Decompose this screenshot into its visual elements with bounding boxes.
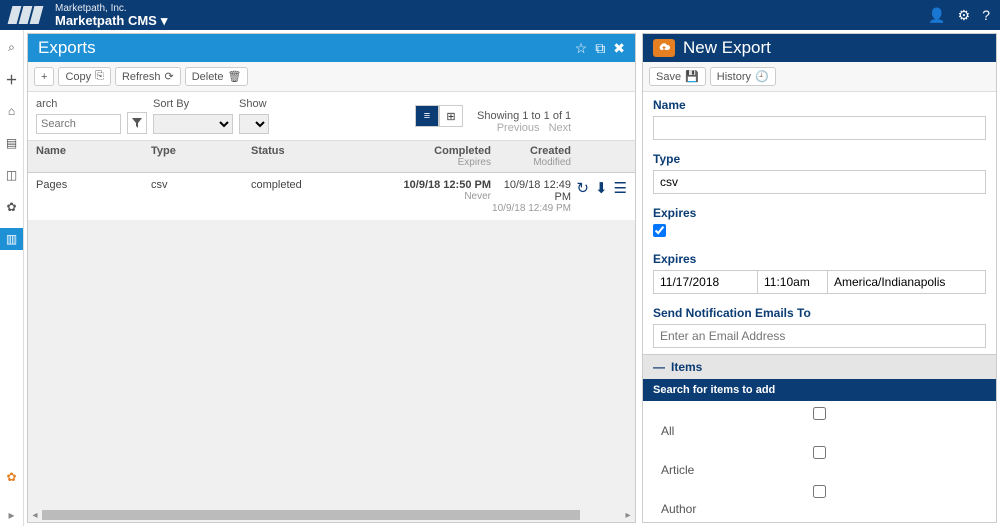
expires-date-input[interactable] bbox=[653, 270, 758, 294]
show-select[interactable] bbox=[239, 114, 269, 134]
col-name: Name bbox=[36, 145, 151, 168]
items-section-header[interactable]: —Items bbox=[643, 354, 996, 379]
save-button[interactable]: Save💾 bbox=[649, 67, 706, 86]
table-row[interactable]: Pages csv completed 10/9/18 12:50 PM Nev… bbox=[28, 173, 635, 221]
refresh-button[interactable]: Refresh⟳ bbox=[115, 67, 181, 86]
col-completed: Completed Expires bbox=[396, 145, 491, 168]
rail-document-icon[interactable]: ▤ bbox=[0, 132, 23, 154]
cell-created: 10/9/18 12:49 PM 10/9/18 12:49 PM bbox=[491, 179, 571, 214]
search-input[interactable] bbox=[36, 114, 121, 134]
scroll-left-icon[interactable]: ◂ bbox=[28, 508, 42, 522]
grid-view-button[interactable]: ⊞ bbox=[439, 105, 463, 127]
item-checkbox[interactable] bbox=[661, 407, 978, 420]
prev-link[interactable]: Previous bbox=[497, 122, 540, 134]
new-export-panel: New Export Save💾 History🕘 Name Type Expi… bbox=[642, 33, 997, 523]
new-export-title: New Export bbox=[683, 38, 986, 58]
rail-dashboard-icon[interactable]: ◫ bbox=[0, 164, 23, 186]
cell-name: Pages bbox=[36, 179, 151, 191]
items-list: All Article Author Blog Blog Post bbox=[643, 401, 996, 522]
collapse-icon: — bbox=[653, 360, 665, 374]
col-status: Status bbox=[251, 145, 396, 168]
list-item[interactable]: Article bbox=[643, 446, 996, 477]
cell-type: csv bbox=[151, 179, 251, 191]
rail-settings-icon[interactable]: ✿ bbox=[0, 466, 23, 488]
expires-toggle-label: Expires bbox=[653, 206, 986, 220]
exports-title: Exports bbox=[38, 38, 567, 58]
brand-product: Marketpath CMS bbox=[55, 14, 157, 27]
item-checkbox[interactable] bbox=[661, 446, 978, 459]
rail-add-icon[interactable]: ＋ bbox=[0, 68, 23, 90]
new-export-header: New Export bbox=[643, 34, 996, 62]
showing-text: Showing 1 to 1 of 1 bbox=[477, 110, 571, 122]
topbar: Marketpath, Inc. Marketpath CMS ▾ 👤 ⚙ ? bbox=[0, 0, 1000, 30]
name-label: Name bbox=[653, 98, 986, 112]
history-button[interactable]: History🕘 bbox=[710, 67, 776, 86]
user-icon[interactable]: 👤 bbox=[928, 7, 945, 24]
cloud-upload-icon bbox=[653, 39, 675, 57]
gear-icon[interactable]: ⚙ bbox=[958, 7, 971, 24]
copy-button[interactable]: Copy⎘ bbox=[58, 67, 111, 86]
question-icon[interactable]: ? bbox=[982, 7, 990, 24]
cell-completed: 10/9/18 12:50 PM Never bbox=[396, 179, 491, 202]
type-input[interactable] bbox=[653, 170, 986, 194]
copy-icon: ⎘ bbox=[95, 70, 104, 83]
refresh-icon: ⟳ bbox=[164, 70, 173, 83]
horizontal-scrollbar[interactable]: ◂ ▸ bbox=[28, 508, 635, 522]
next-link[interactable]: Next bbox=[549, 122, 572, 134]
sortby-select[interactable] bbox=[153, 114, 233, 134]
emails-input[interactable] bbox=[653, 324, 986, 348]
row-refresh-icon[interactable]: ↻ bbox=[576, 179, 589, 197]
rail-home-icon[interactable]: ⌂ bbox=[0, 100, 23, 122]
add-button[interactable]: + bbox=[34, 67, 54, 86]
show-label: Show bbox=[239, 98, 269, 110]
close-icon[interactable]: ✖ bbox=[613, 40, 625, 57]
list-view-button[interactable]: ≡ bbox=[415, 105, 439, 127]
brand-company: Marketpath, Inc. bbox=[55, 4, 167, 14]
name-input[interactable] bbox=[653, 116, 986, 140]
search-label: arch bbox=[36, 98, 121, 110]
paging: Showing 1 to 1 of 1 Previous Next bbox=[477, 110, 571, 134]
brand-logo[interactable]: Marketpath, Inc. Marketpath CMS ▾ bbox=[10, 4, 167, 27]
clock-icon: 🕘 bbox=[755, 70, 769, 83]
row-download-icon[interactable]: ⬇ bbox=[595, 179, 608, 197]
rail-export-icon[interactable]: ▥ bbox=[0, 228, 23, 250]
delete-button[interactable]: Delete🗑 bbox=[185, 67, 249, 86]
scroll-right-icon[interactable]: ▸ bbox=[621, 508, 635, 522]
exports-table-head: Name Type Status Completed Expires Creat… bbox=[28, 141, 635, 173]
type-label: Type bbox=[653, 152, 986, 166]
items-search-label: Search for items to add bbox=[643, 379, 996, 401]
exports-filters: arch Sort By Show ≡ ⊞ Showing 1 to 1 of … bbox=[28, 92, 635, 141]
left-nav-rail: ⌕ ＋ ⌂ ▤ ◫ ✿ ▥ ✿ ▸ bbox=[0, 30, 24, 526]
emails-label: Send Notification Emails To bbox=[653, 306, 986, 320]
col-created: Created Modified bbox=[491, 145, 571, 168]
expires-time-input[interactable] bbox=[758, 270, 828, 294]
filter-icon bbox=[132, 118, 142, 128]
chevron-down-icon[interactable]: ▾ bbox=[161, 14, 168, 27]
exports-panel: Exports ☆ ⧉ ✖ + Copy⎘ Refresh⟳ Delete🗑 a… bbox=[27, 33, 636, 523]
list-item[interactable]: All bbox=[643, 407, 996, 438]
trash-icon: 🗑 bbox=[227, 70, 241, 83]
col-type: Type bbox=[151, 145, 251, 168]
exports-header: Exports ☆ ⧉ ✖ bbox=[28, 34, 635, 62]
sortby-label: Sort By bbox=[153, 98, 233, 110]
expires-label: Expires bbox=[653, 252, 986, 266]
rail-search-icon[interactable]: ⌕ bbox=[0, 36, 23, 58]
cell-status: completed bbox=[251, 179, 396, 191]
row-menu-icon[interactable]: ☰ bbox=[614, 179, 627, 197]
list-item[interactable]: Author bbox=[643, 485, 996, 516]
filter-button[interactable] bbox=[127, 112, 147, 134]
favorite-icon[interactable]: ☆ bbox=[575, 40, 588, 57]
exports-toolbar: + Copy⎘ Refresh⟳ Delete🗑 bbox=[28, 62, 635, 92]
rail-collapse-icon[interactable]: ▸ bbox=[0, 504, 23, 526]
logo-mark-icon bbox=[10, 6, 43, 24]
rail-gear-icon[interactable]: ✿ bbox=[0, 196, 23, 218]
item-checkbox[interactable] bbox=[661, 485, 978, 498]
view-toggle: ≡ ⊞ bbox=[415, 105, 463, 127]
new-export-toolbar: Save💾 History🕘 bbox=[643, 62, 996, 92]
new-window-icon[interactable]: ⧉ bbox=[595, 40, 605, 57]
save-icon: 💾 bbox=[685, 70, 699, 83]
expires-checkbox[interactable] bbox=[653, 224, 666, 237]
expires-tz-input[interactable] bbox=[828, 270, 986, 294]
